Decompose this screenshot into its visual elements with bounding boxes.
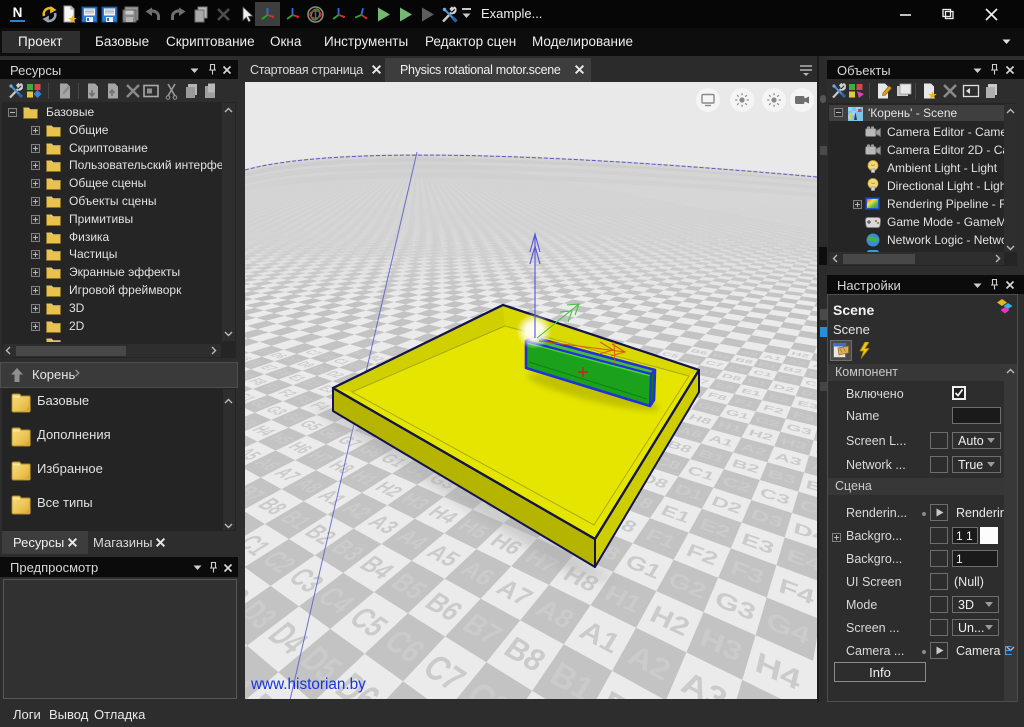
svg-text:www.historian.by: www.historian.by [250, 676, 366, 693]
